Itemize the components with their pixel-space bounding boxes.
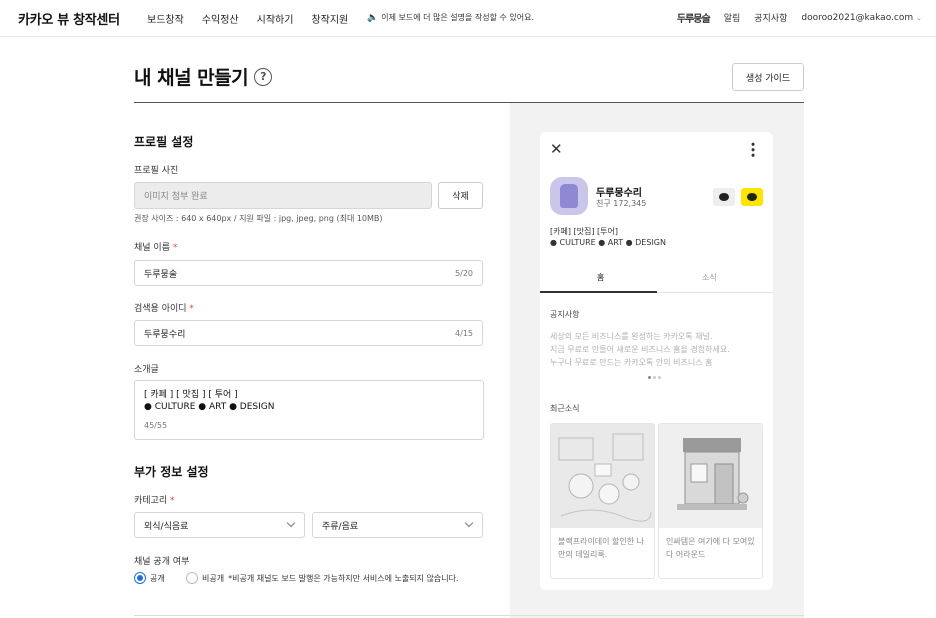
account-email: dooroo2021@kakao.com [801,12,914,23]
preview-desc-line-2: ● CULTURE ● ART ● DESIGN [550,238,666,247]
chat-button[interactable] [713,188,735,206]
more-icon[interactable]: ••• [746,141,759,157]
nav-creator-support[interactable]: 창작지원 [311,11,348,26]
preview-notice-line-2: 지금 무료로 만들어 새로운 비즈니스 홈을 경험하세요. [550,345,730,354]
account-menu[interactable]: dooroo2021@kakao.com ⌄ [801,13,922,23]
sketch-illustration-icon [551,424,654,528]
announcements-link[interactable]: 공지사항 [754,11,787,24]
post-thumbnail-image [659,424,762,528]
profile-section-title: 프로필 설정 [134,135,194,149]
profile-photo-status: 이미지 첨부 완료 [144,192,208,202]
speaker-icon: 🔈 [367,12,379,23]
category-label-text: 카테고리 [134,496,168,506]
intro-line-1: [ 카페 ] [ 맛집 ] [ 투어 ] [144,390,238,400]
intro-textarea[interactable]: [ 카페 ] [ 맛집 ] [ 투어 ] ● CULTURE ● ART ● D… [134,380,484,440]
visibility-public-option[interactable]: 공개 [134,572,165,584]
category-secondary-value: 주류/음료 [322,521,359,532]
extra-section-title: 부가 정보 설정 [134,465,209,479]
search-id-input[interactable]: 두루뭉수리 4/15 [134,320,483,346]
search-id-label-text: 검색용 아이디 [134,304,187,314]
chevron-down-icon [464,518,474,528]
add-channel-button[interactable] [741,188,763,206]
intro-line-2: ● CULTURE ● ART ● DESIGN [144,402,275,412]
carousel-dot[interactable] [658,376,661,379]
channel-name-counter: 5/20 [455,268,473,278]
category-label: 카테고리 * [134,493,175,506]
photo-hint: 권장 사이즈 : 640 x 640px / 지원 파일 : jpg, jpeg… [134,214,383,223]
profile-photo-field: 이미지 첨부 완료 [134,182,432,209]
alarm-link[interactable]: 알림 [724,11,741,24]
preview-notice-line-3: 누구나 무료로 만드는 카카오톡 안의 비즈니스 홈 [550,358,713,367]
channel-name-label: 채널 이름 * [134,240,177,253]
post-thumbnail-image [551,424,654,528]
category-select-primary[interactable]: 외식/식음료 [134,512,305,538]
profile-image [550,177,588,215]
profile-photo-label: 프로필 사진 [134,166,179,176]
main-nav: 보드창작 수익정산 시작하기 창작지원 [147,11,366,26]
preview-notice-line-1: 세상의 모든 비즈니스를 완성하는 카카오톡 채널. [550,332,713,341]
search-id-value: 두루뭉수리 [144,329,186,340]
chat-bubble-icon [719,193,729,201]
preview-desc-line-1: [카페] [맛집] [투어] [550,227,618,236]
page-title: 내 채널 만들기 ? [134,63,273,90]
search-id-label: 검색용 아이디 * [134,301,194,314]
carousel-dots [648,376,661,379]
visibility-label: 채널 공개 여부 [134,557,190,567]
category-primary-value: 외식/식음료 [144,521,189,532]
preview-notice-title: 공지사항 [550,310,580,319]
bottom-divider [134,615,804,616]
required-mark: * [170,496,175,506]
nav-getting-started[interactable]: 시작하기 [257,11,294,26]
help-icon[interactable]: ? [254,67,273,86]
chevron-down-icon [286,518,296,528]
public-label: 공개 [150,573,165,583]
category-select-secondary[interactable]: 주류/음료 [312,512,483,538]
channel-brand-logo[interactable]: 두루뭉술 [677,10,711,25]
required-mark: * [172,243,178,253]
carousel-dot[interactable] [648,376,651,379]
private-label: 비공개 [202,573,225,583]
channel-name-label-text: 채널 이름 [134,243,170,253]
chevron-down-icon: ⌄ [916,13,922,22]
channel-name-value: 두루뭉술 [144,269,178,280]
carousel-dot[interactable] [653,376,656,379]
storefront-illustration-icon [659,424,762,528]
nav-revenue[interactable]: 수익정산 [202,11,239,26]
preview-tabs: 홈 소식 [540,262,773,293]
radio-unselected-icon[interactable] [186,572,198,584]
delete-photo-button[interactable]: 삭제 [438,182,483,209]
intro-label: 소개글 [134,365,159,375]
channel-name-input[interactable]: 두루뭉술 5/20 [134,260,483,286]
visibility-private-option[interactable]: 비공개 *비공개 채널도 보드 발행은 가능하지만 서비스에 노출되지 않습니다… [186,572,459,584]
page-title-text: 내 채널 만들기 [134,67,249,89]
required-mark: * [189,304,194,314]
private-note: *비공개 채널도 보드 발행은 가능하지만 서비스에 노출되지 않습니다. [228,573,459,583]
top-navigation-bar: 카카오 뷰 창작센터 보드창작 수익정산 시작하기 창작지원 🔈 이제 보드에 … [0,0,936,37]
talk-plus-icon [747,193,757,201]
close-icon[interactable]: ✕ [550,140,563,158]
preview-recent-title: 최근소식 [550,404,580,413]
character-icon [560,184,578,208]
recent-post-card[interactable]: 인싸템은 여기에 다 모여있다 어라운드 [658,423,763,579]
preview-channel-name: 두루뭉수리 [596,188,642,199]
channel-preview-card: ✕ ••• 두루뭉수리 친구 172,345 [카페] [맛집] [투어] ● … [540,132,773,590]
nav-board-create[interactable]: 보드창작 [147,11,184,26]
post-caption: 인싸템은 여기에 다 모여있다 어라운드 [666,537,755,559]
search-id-counter: 4/15 [455,328,473,338]
tab-home[interactable]: 홈 [597,272,604,283]
site-logo[interactable]: 카카오 뷰 창작센터 [18,9,120,28]
header-notice[interactable]: 🔈 이제 보드에 더 많은 설명을 작성할 수 있어요. [367,12,534,23]
intro-counter: 45/55 [144,421,168,430]
recent-post-card[interactable]: 블랙프라이데이 할인한 나만의 데일리룩. [550,423,655,579]
header-utility: 두루뭉술 알림 공지사항 dooroo2021@kakao.com ⌄ [677,10,922,26]
post-caption: 블랙프라이데이 할인한 나만의 데일리룩. [558,537,645,559]
active-tab-indicator [540,291,657,293]
creation-guide-button[interactable]: 생성 가이드 [732,63,804,91]
preview-friend-count: 친구 172,345 [596,199,647,208]
tab-news[interactable]: 소식 [702,272,717,283]
radio-selected-icon[interactable] [134,572,146,584]
header-notice-text: 이제 보드에 더 많은 설명을 작성할 수 있어요. [381,13,535,22]
